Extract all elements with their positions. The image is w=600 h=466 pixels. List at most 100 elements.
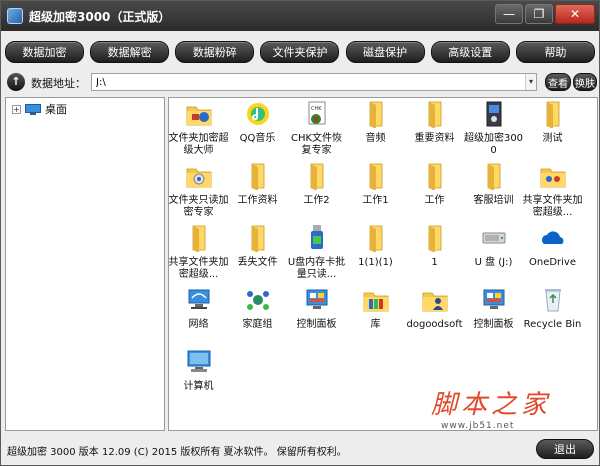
- tree-item-desktop[interactable]: + 桌面: [12, 101, 67, 117]
- file-item[interactable]: 丢失文件: [228, 222, 287, 284]
- desktop-icon: [25, 103, 41, 115]
- view-button[interactable]: 查看: [545, 73, 571, 91]
- data-decrypt-button[interactable]: 数据解密: [90, 41, 170, 63]
- file-item[interactable]: 工作: [405, 160, 464, 222]
- file-item[interactable]: U 盘 (J:): [464, 222, 523, 284]
- minimize-button[interactable]: —: [495, 4, 523, 24]
- file-label: 控制面板: [473, 319, 514, 330]
- file-item[interactable]: 控制面板: [464, 284, 523, 346]
- folder-icon: [361, 100, 391, 131]
- file-item[interactable]: 客服培训: [464, 160, 523, 222]
- data-shred-button[interactable]: 数据粉碎: [175, 41, 255, 63]
- file-item[interactable]: 工作2: [287, 160, 346, 222]
- title-bar[interactable]: 超级加密3000（正式版） — ❐ ✕: [1, 1, 599, 31]
- file-label: 文件夹只读加密专家: [168, 195, 229, 218]
- file-item[interactable]: 工作1: [346, 160, 405, 222]
- disk-protect-button[interactable]: 磁盘保护: [345, 41, 425, 63]
- close-button[interactable]: ✕: [555, 4, 595, 24]
- file-label: dogoodsoft: [406, 319, 463, 330]
- control-panel-icon: [479, 286, 509, 317]
- recycle-bin-icon: [538, 286, 568, 317]
- file-label: U盘内存卡批量只读...: [287, 257, 346, 280]
- folder-icon: [243, 162, 273, 193]
- file-item[interactable]: 测试: [523, 98, 582, 160]
- file-item[interactable]: 1: [405, 222, 464, 284]
- file-label: 工作资料: [237, 195, 278, 206]
- file-item[interactable]: 超级加密3000: [464, 98, 523, 160]
- folder-icon: [420, 224, 450, 255]
- status-text: 超级加密 3000 版本 12.09 (C) 2015 版权所有 夏冰软件。 保…: [7, 447, 347, 458]
- folder-icon: [420, 162, 450, 193]
- file-label: 计算机: [183, 381, 214, 392]
- restore-button[interactable]: ❐: [525, 4, 553, 24]
- window-controls: — ❐ ✕: [493, 4, 595, 24]
- watermark-logo: 脚本之家: [431, 390, 552, 420]
- folder-icon: [243, 224, 273, 255]
- folder-protect-button[interactable]: 文件夹保护: [260, 41, 340, 63]
- file-item[interactable]: QQ音乐: [228, 98, 287, 160]
- computer-icon: [184, 348, 214, 379]
- address-input[interactable]: [91, 73, 537, 91]
- usb-drive-icon: [479, 224, 509, 255]
- address-bar: ↑ 数据地址： ▾ 查看 换肤: [5, 71, 597, 93]
- file-item[interactable]: 控制面板: [287, 284, 346, 346]
- file-label: 丢失文件: [237, 257, 278, 268]
- exit-button[interactable]: 退出: [536, 439, 594, 459]
- file-view: 文件夹加密超级大师 QQ音乐 CHK CHK文件恢复专家 音频 重要资料 超级加密3000 测…: [168, 97, 598, 431]
- file-label: OneDrive: [528, 257, 577, 268]
- svg-text:CHK: CHK: [311, 106, 322, 112]
- file-label: Recycle Bin: [523, 319, 582, 330]
- file-label: 共享文件夹加密超级...: [168, 257, 229, 280]
- main-toolbar: 数据加密 数据解密 数据粉碎 文件夹保护 磁盘保护 高级设置 帮助: [5, 41, 595, 65]
- window-title: 超级加密3000（正式版）: [29, 9, 171, 24]
- file-item[interactable]: CHK CHK文件恢复专家: [287, 98, 346, 160]
- file-item[interactable]: 重要资料: [405, 98, 464, 160]
- chevron-down-icon[interactable]: ▾: [525, 74, 536, 90]
- file-item[interactable]: 库: [346, 284, 405, 346]
- file-item[interactable]: 文件夹只读加密专家: [168, 160, 229, 222]
- file-item[interactable]: 1(1)(1): [346, 222, 405, 284]
- file-label: 库: [370, 319, 381, 330]
- folder-icon: [361, 224, 391, 255]
- data-encrypt-button[interactable]: 数据加密: [5, 41, 84, 63]
- file-item[interactable]: 计算机: [169, 346, 228, 408]
- file-label: 测试: [542, 133, 563, 144]
- library-icon: [361, 286, 391, 317]
- file-item[interactable]: dogoodsoft: [405, 284, 464, 346]
- folder-icon: [479, 162, 509, 193]
- usb-tool-icon: [302, 224, 332, 255]
- help-button[interactable]: 帮助: [515, 41, 595, 63]
- qq-music-icon: [243, 100, 273, 131]
- folder-icon: [538, 100, 568, 131]
- file-grid: 文件夹加密超级大师 QQ音乐 CHK CHK文件恢复专家 音频 重要资料 超级加密3000 测…: [168, 98, 583, 408]
- folder-icon: [302, 162, 332, 193]
- folder-icon: [361, 162, 391, 193]
- file-item[interactable]: 文件夹加密超级大师: [168, 98, 229, 160]
- up-arrow-icon[interactable]: ↑: [7, 73, 25, 91]
- file-label: QQ音乐: [239, 133, 276, 144]
- file-item[interactable]: 共享文件夹加密超级...: [522, 160, 583, 222]
- file-label: 1(1)(1): [358, 257, 393, 268]
- file-item[interactable]: OneDrive: [523, 222, 582, 284]
- file-item[interactable]: 网络: [169, 284, 228, 346]
- tree-item-label: 桌面: [45, 103, 67, 116]
- file-label: U 盘 (J:): [474, 257, 513, 268]
- file-label: 工作1: [362, 195, 389, 206]
- expand-icon[interactable]: +: [12, 104, 21, 114]
- advanced-settings-button[interactable]: 高级设置: [430, 41, 510, 63]
- file-label: 客服培训: [473, 195, 514, 206]
- file-item[interactable]: Recycle Bin: [523, 284, 582, 346]
- file-item[interactable]: 音频: [346, 98, 405, 160]
- file-item[interactable]: U盘内存卡批量只读...: [287, 222, 346, 284]
- onedrive-icon: [538, 224, 568, 255]
- file-item[interactable]: 工作资料: [228, 160, 287, 222]
- super-encrypt-icon: [479, 100, 509, 131]
- control-panel-icon: [302, 286, 332, 317]
- file-label: 文件夹加密超级大师: [168, 133, 229, 156]
- file-label: 音频: [365, 133, 386, 144]
- file-label: 共享文件夹加密超级...: [522, 195, 583, 218]
- skin-button[interactable]: 换肤: [573, 73, 597, 91]
- file-item[interactable]: 共享文件夹加密超级...: [168, 222, 229, 284]
- file-item[interactable]: 家庭组: [228, 284, 287, 346]
- file-label: 超级加密3000: [463, 133, 524, 156]
